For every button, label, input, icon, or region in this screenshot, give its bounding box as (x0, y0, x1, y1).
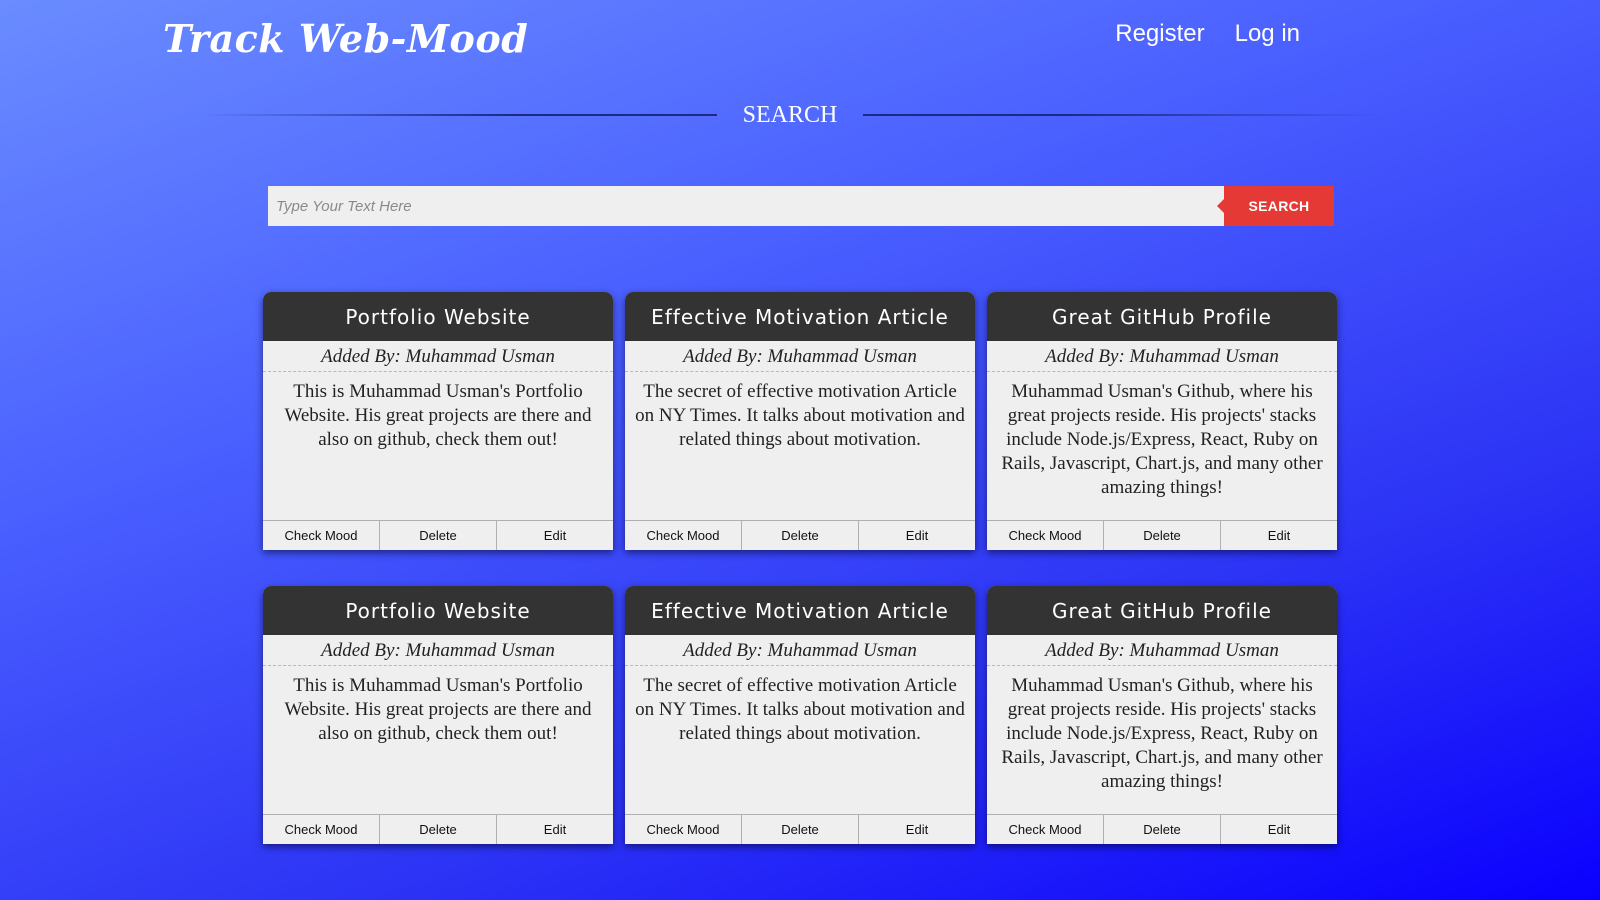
card-title: Great GitHub Profile (987, 292, 1337, 341)
delete-button[interactable]: Delete (742, 521, 859, 550)
search-heading: SEARCH (200, 100, 1380, 130)
card-actions: Check Mood Delete Edit (625, 520, 975, 550)
card-title: Effective Motivation Article (625, 586, 975, 635)
site-logo[interactable]: Track Web-Mood (163, 16, 528, 61)
search-bar: SEARCH (268, 186, 1334, 226)
card-title: Portfolio Website (263, 586, 613, 635)
card-grid: Portfolio Website Added By: Muhammad Usm… (263, 292, 1337, 844)
edit-button[interactable]: Edit (859, 521, 975, 550)
check-mood-button[interactable]: Check Mood (987, 521, 1104, 550)
login-link[interactable]: Log in (1235, 20, 1300, 48)
card: Great GitHub Profile Added By: Muhammad … (987, 586, 1337, 844)
delete-button[interactable]: Delete (1104, 815, 1221, 844)
check-mood-button[interactable]: Check Mood (987, 815, 1104, 844)
card-title: Effective Motivation Article (625, 292, 975, 341)
heading-divider-right (863, 114, 1380, 116)
delete-button[interactable]: Delete (380, 815, 497, 844)
card: Effective Motivation Article Added By: M… (625, 586, 975, 844)
card-author: Added By: Muhammad Usman (263, 341, 613, 372)
delete-button[interactable]: Delete (742, 815, 859, 844)
card-actions: Check Mood Delete Edit (263, 814, 613, 844)
check-mood-button[interactable]: Check Mood (625, 521, 742, 550)
edit-button[interactable]: Edit (859, 815, 975, 844)
search-input[interactable] (268, 186, 1224, 226)
card-title: Great GitHub Profile (987, 586, 1337, 635)
card-description: Muhammad Usman's Github, where his great… (1001, 381, 1323, 498)
card-author: Added By: Muhammad Usman (987, 635, 1337, 666)
card-actions: Check Mood Delete Edit (625, 814, 975, 844)
edit-button[interactable]: Edit (1221, 815, 1337, 844)
card-description: This is Muhammad Usman's Portfolio Websi… (284, 675, 592, 744)
heading-divider-left (200, 114, 717, 116)
card-actions: Check Mood Delete Edit (263, 520, 613, 550)
card-author: Added By: Muhammad Usman (263, 635, 613, 666)
card: Portfolio Website Added By: Muhammad Usm… (263, 292, 613, 550)
edit-button[interactable]: Edit (497, 521, 613, 550)
card-title: Portfolio Website (263, 292, 613, 341)
card-description: This is Muhammad Usman's Portfolio Websi… (284, 381, 592, 450)
card-description: Muhammad Usman's Github, where his great… (1001, 675, 1323, 792)
edit-button[interactable]: Edit (497, 815, 613, 844)
register-link[interactable]: Register (1115, 20, 1204, 48)
delete-button[interactable]: Delete (380, 521, 497, 550)
card-author: Added By: Muhammad Usman (987, 341, 1337, 372)
search-heading-title: SEARCH (742, 101, 838, 128)
card-author: Added By: Muhammad Usman (625, 635, 975, 666)
card: Portfolio Website Added By: Muhammad Usm… (263, 586, 613, 844)
card-description: The secret of effective motivation Artic… (635, 675, 965, 744)
edit-button[interactable]: Edit (1221, 521, 1337, 550)
check-mood-button[interactable]: Check Mood (263, 815, 380, 844)
card: Great GitHub Profile Added By: Muhammad … (987, 292, 1337, 550)
card-description: The secret of effective motivation Artic… (635, 381, 965, 450)
card-author: Added By: Muhammad Usman (625, 341, 975, 372)
search-button[interactable]: SEARCH (1217, 186, 1334, 226)
card-actions: Check Mood Delete Edit (987, 520, 1337, 550)
delete-button[interactable]: Delete (1104, 521, 1221, 550)
check-mood-button[interactable]: Check Mood (625, 815, 742, 844)
card: Effective Motivation Article Added By: M… (625, 292, 975, 550)
top-nav: Register Log in (1115, 20, 1300, 48)
card-actions: Check Mood Delete Edit (987, 814, 1337, 844)
check-mood-button[interactable]: Check Mood (263, 521, 380, 550)
